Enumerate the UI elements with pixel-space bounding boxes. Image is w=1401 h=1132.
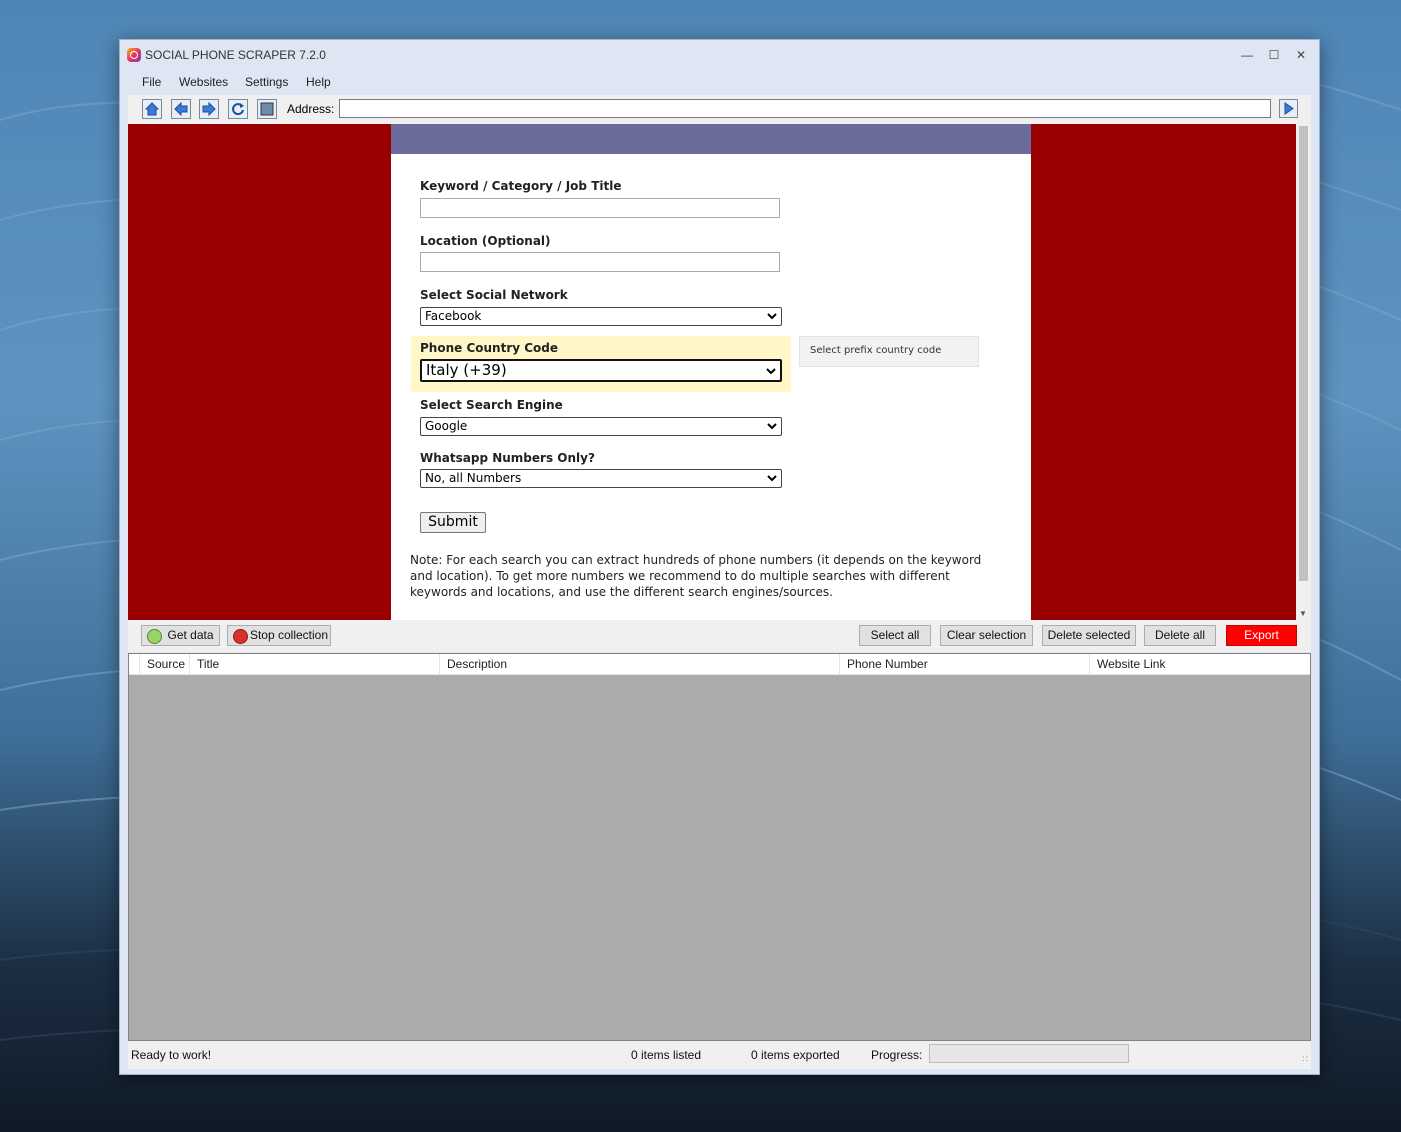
keyword-input[interactable] [420,198,780,218]
home-icon [144,102,160,116]
chevron-down-icon [767,475,777,482]
menu-settings[interactable]: Settings [245,75,288,89]
keyword-label: Keyword / Category / Job Title [420,179,622,193]
embedded-browser: Keyword / Category / Job Title Location … [128,124,1296,620]
forward-arrow-icon [202,101,216,117]
action-bar: Get data Stop collection Select all Clea… [128,620,1311,652]
clear-selection-button[interactable]: Clear selection [940,625,1033,646]
play-icon [147,629,162,644]
app-window: SOCIAL PHONE SCRAPER 7.2.0 — ☐ ✕ File We… [119,39,1320,1075]
stop-button[interactable] [257,99,277,119]
chevron-down-icon [767,313,777,320]
social-network-value: Facebook [425,309,482,323]
scroll-down-icon[interactable]: ▼ [1299,609,1307,618]
column-title[interactable]: Title [189,654,439,674]
export-button[interactable]: Export [1226,625,1297,646]
menu-websites[interactable]: Websites [179,75,228,89]
search-form-panel: Keyword / Category / Job Title Location … [391,124,1031,620]
home-button[interactable] [142,99,162,119]
whatsapp-label: Whatsapp Numbers Only? [420,451,595,465]
items-exported: 0 items exported [751,1048,840,1062]
close-button[interactable]: ✕ [1288,45,1314,65]
play-arrow-icon [1284,102,1294,115]
back-arrow-icon [174,101,188,117]
country-code-label: Phone Country Code [420,341,559,355]
country-code-tooltip: Select prefix country code [799,336,979,367]
title-bar: SOCIAL PHONE SCRAPER 7.2.0 — ☐ ✕ [120,40,1319,70]
search-note: Note: For each search you can extract hu… [410,553,982,599]
menu-bar: File Websites Settings Help [120,70,1319,93]
menu-file[interactable]: File [142,75,161,89]
location-input[interactable] [420,252,780,272]
stop-collection-label: Stop collection [249,628,329,642]
browser-scrollbar[interactable]: ▼ [1296,124,1311,620]
back-button[interactable] [171,99,191,119]
go-button[interactable] [1279,99,1298,118]
table-header: Source Title Description Phone Number We… [129,654,1310,675]
minimize-button[interactable]: — [1234,45,1260,65]
search-engine-value: Google [425,419,468,433]
chevron-down-icon [766,368,776,375]
country-code-value: Italy (+39) [426,361,507,379]
progress-bar [929,1044,1129,1063]
maximize-button[interactable]: ☐ [1261,45,1287,65]
country-code-select[interactable]: Italy (+39) [420,359,782,382]
search-engine-select[interactable]: Google [420,417,782,436]
menu-help[interactable]: Help [306,75,331,89]
get-data-label: Get data [167,628,214,642]
delete-selected-button[interactable]: Delete selected [1042,625,1136,646]
status-message: Ready to work! [131,1048,212,1062]
window-title: SOCIAL PHONE SCRAPER 7.2.0 [145,48,326,62]
stop-icon [233,629,248,644]
search-engine-label: Select Search Engine [420,398,563,412]
refresh-button[interactable] [228,99,248,119]
items-listed: 0 items listed [631,1048,702,1062]
get-data-button[interactable]: Get data [141,625,220,646]
address-input[interactable] [339,99,1271,118]
results-table[interactable]: Source Title Description Phone Number We… [128,653,1311,1041]
resize-grip-icon[interactable]: ∷ [1302,1054,1308,1065]
status-bar: Ready to work! 0 items listed 0 items ex… [128,1041,1311,1069]
submit-button[interactable]: Submit [420,512,486,533]
stop-square-icon [260,102,274,116]
browser-toolbar: Address: [128,95,1311,124]
column-website-link[interactable]: Website Link [1089,654,1310,674]
column-description[interactable]: Description [439,654,839,674]
chevron-down-icon [767,423,777,430]
address-label: Address: [287,102,335,116]
location-label: Location (Optional) [420,234,551,248]
scrollbar-thumb[interactable] [1299,126,1308,581]
social-network-select[interactable]: Facebook [420,307,782,326]
select-all-button[interactable]: Select all [859,625,931,646]
whatsapp-value: No, all Numbers [425,471,522,485]
instagram-icon [127,48,141,62]
forward-button[interactable] [199,99,219,119]
panel-header [391,124,1031,154]
whatsapp-select[interactable]: No, all Numbers [420,469,782,488]
column-phone-number[interactable]: Phone Number [839,654,1089,674]
stop-collection-button[interactable]: Stop collection [227,625,331,646]
refresh-icon [232,103,244,116]
delete-all-button[interactable]: Delete all [1144,625,1216,646]
progress-label: Progress: [871,1048,923,1062]
column-source[interactable]: Source [139,654,189,674]
social-network-label: Select Social Network [420,288,568,302]
